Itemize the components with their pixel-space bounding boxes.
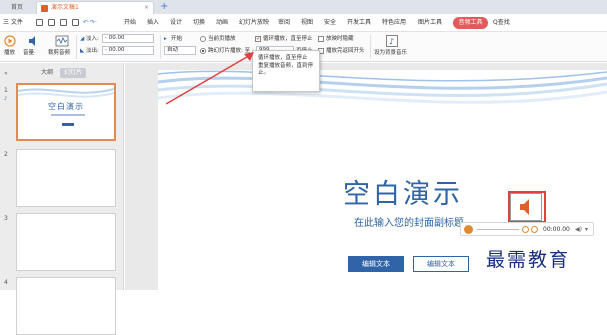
menu-insert[interactable]: 插入 [147, 18, 159, 28]
start-label: 开始 [171, 36, 183, 42]
current-page-play-radio[interactable] [200, 36, 206, 42]
fade-out-input[interactable]: - 00.00 [102, 46, 154, 55]
player-play-button[interactable] [464, 225, 473, 234]
close-tab-button[interactable]: × [144, 2, 149, 14]
menu-developer[interactable]: 开发工具 [347, 18, 371, 28]
print-icon[interactable] [60, 19, 67, 26]
slide-thumbnail-1[interactable]: 空白演示 [16, 83, 116, 141]
document-tab[interactable]: 演示文稿1 × [36, 1, 154, 14]
menu-slideshow[interactable]: 幻灯片放映 [239, 18, 269, 28]
play-icon[interactable] [4, 35, 16, 47]
save-icon[interactable] [36, 19, 43, 26]
audio-player[interactable]: 00:00.00 ◀) ▾ [460, 222, 594, 236]
player-forward-button[interactable] [531, 226, 538, 233]
home-tab[interactable]: 首页 [2, 2, 32, 14]
menu-design[interactable]: 设计 [170, 18, 182, 28]
hide-during-show-label: 放映时隐藏 [326, 36, 354, 42]
menu-start[interactable]: 开始 [124, 18, 136, 28]
svg-text:♪: ♪ [389, 37, 394, 46]
menu-animation[interactable]: 动画 [216, 18, 228, 28]
edit-text-button-primary[interactable]: 编辑文本 [348, 256, 404, 272]
slide-number: 4 [4, 279, 8, 286]
loop-play-checkbox[interactable] [255, 35, 261, 42]
watermark-text: 最需教育 [486, 249, 571, 271]
collapse-panel-icon[interactable]: « [4, 70, 8, 77]
menu-security[interactable]: 安全 [324, 18, 336, 28]
document-tab-label: 演示文稿1 [51, 4, 79, 11]
volume-button[interactable]: 音量· [23, 49, 36, 57]
menu-picture-tools[interactable]: 图片工具 [418, 18, 442, 28]
export-icon[interactable] [48, 19, 55, 26]
menu-transition[interactable]: 切换 [193, 18, 205, 28]
start-icon: ▸ [164, 36, 167, 42]
thumbnail-button [62, 123, 74, 126]
slide-subtitle[interactable]: 在此输入您的封面副标题 [354, 214, 464, 229]
audio-highlight-box [508, 191, 546, 223]
play-button[interactable]: 播放 [4, 49, 15, 57]
rewind-after-play-label: 播放完返回开头 [326, 48, 365, 54]
fade-in-label: 淡入: [86, 36, 99, 42]
slide-title[interactable]: 空白演示 [343, 172, 463, 211]
slide-number: 3 [4, 215, 8, 222]
tab-audio-tools[interactable]: 音频工具 [453, 17, 488, 29]
fade-out-label: 淡出: [86, 48, 99, 54]
thumbnail-title: 空白演示 [48, 102, 84, 111]
fade-in-input[interactable]: - 00.00 [102, 34, 154, 43]
player-rewind-button[interactable] [522, 226, 529, 233]
slides-panel: « 大纲 幻灯片 1 ♪ 空白演示 2 3 4 [0, 63, 124, 335]
tooltip-body: 重复播放音频，直到停止。 [258, 62, 314, 77]
tab-slides[interactable]: 幻灯片 [60, 68, 86, 78]
menu-review[interactable]: 审阅 [278, 18, 290, 28]
ribbon-divider [370, 35, 371, 59]
current-page-play-label: 当前页播放 [208, 36, 236, 42]
presentation-file-icon [41, 5, 48, 12]
volume-icon[interactable] [27, 35, 39, 47]
fade-in-icon: ◢ [80, 36, 85, 42]
player-volume-icon[interactable]: ◀) [575, 225, 582, 234]
player-menu-icon[interactable]: ▾ [585, 225, 588, 234]
thumbnail-subtitle-line [51, 114, 85, 116]
file-menu[interactable]: 三 文件 [3, 18, 23, 28]
search-button[interactable]: Q查找 [493, 18, 510, 28]
set-background-music-button[interactable]: 设为背景音乐 [374, 49, 407, 57]
new-tab-button[interactable]: + [160, 0, 170, 14]
slide-number: 1 [4, 87, 8, 94]
player-progress-track[interactable] [477, 229, 519, 230]
ribbon-divider [76, 35, 77, 59]
player-time: 00:00.00 [543, 226, 570, 233]
fade-out-icon: ◣ [80, 48, 85, 54]
menu-special-apps[interactable]: 特色应用 [382, 18, 406, 28]
slide-thumbnail-4[interactable] [16, 277, 116, 335]
tab-outline[interactable]: 大纲 [36, 68, 58, 78]
menu-bar: 三 文件 ↶·↷· 开始 插入 设计 切换 动画 幻灯片放映 审阅 视图 安全 … [0, 14, 607, 32]
crop-audio-button[interactable]: 裁剪音频 [48, 49, 70, 57]
annotation-arrow [165, 52, 254, 105]
slide-thumbnail-2[interactable] [16, 149, 116, 207]
tooltip-title: 循环播放，直至停止 [258, 55, 308, 61]
audio-marker-icon: ♪ [4, 96, 8, 102]
undo-icon[interactable]: ↶·↷· [83, 18, 97, 28]
hide-during-show-checkbox[interactable] [318, 36, 324, 42]
thumbnail-wave-decoration [18, 88, 114, 98]
loop-play-tooltip: 循环播放，直至停止 重复播放音频，直到停止。 [252, 50, 320, 92]
edit-text-button-secondary[interactable]: 编辑文本 [413, 256, 469, 272]
slide-number: 2 [4, 151, 8, 158]
menu-view[interactable]: 视图 [301, 18, 313, 28]
preview-icon[interactable] [72, 19, 79, 26]
loop-play-label: 循环播放，直至停止 [263, 36, 313, 42]
crop-audio-icon[interactable] [55, 35, 69, 47]
background-music-icon[interactable]: ♪ [386, 35, 398, 47]
slide-thumbnail-3[interactable] [16, 213, 116, 271]
